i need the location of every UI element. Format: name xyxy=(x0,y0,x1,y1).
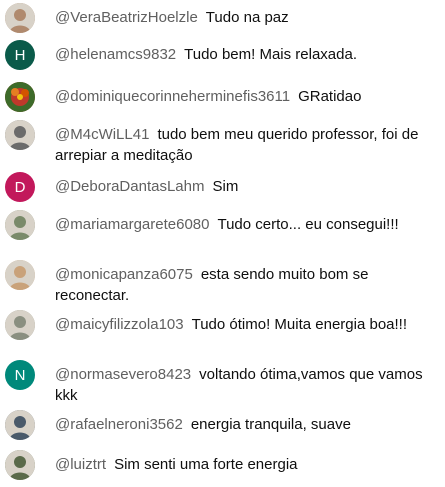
message-body: @DeboraDantasLahm Sim xyxy=(55,176,435,197)
user-photo-avatar[interactable] xyxy=(5,120,35,150)
message-body: @rafaelneroni3562 energia tranquila, suav… xyxy=(55,414,435,435)
message-body: @maicyfilizzola103 Tudo ótimo! Muita ener… xyxy=(55,314,435,335)
message-text: GRatidao xyxy=(298,88,362,105)
letter-avatar[interactable]: N xyxy=(5,360,35,390)
avatar-letter: N xyxy=(14,366,26,384)
message-body: @M4cWiLL41 tudo bem meu querido professor… xyxy=(55,124,435,166)
author-name[interactable]: @helenamcs9832 xyxy=(55,46,176,63)
live-chat-list: @VeraBeatrizHoelzle Tudo na paz H @helenamc… xyxy=(0,0,445,487)
author-name[interactable]: @VeraBeatrizHoelzle xyxy=(55,9,198,26)
avatar-letter: H xyxy=(14,46,26,64)
message-text: Tudo bem! Mais relaxada. xyxy=(184,46,357,63)
author-name[interactable]: @rafaelneroni3562 xyxy=(55,416,183,433)
author-name[interactable]: @DeboraDantasLahm xyxy=(55,178,204,195)
message-body: @VeraBeatrizHoelzle Tudo na paz xyxy=(55,7,435,28)
message-body: @luiztrt Sim senti uma forte energia xyxy=(55,454,435,475)
author-name[interactable]: @normasevero8423 xyxy=(55,366,191,383)
author-name[interactable]: @mariamargarete6080 xyxy=(55,216,209,233)
letter-avatar[interactable]: H xyxy=(5,40,35,70)
user-photo-avatar[interactable] xyxy=(5,310,35,340)
author-name[interactable]: @dominiquecorinneherminefis3611 xyxy=(55,88,290,105)
message-text: Sim xyxy=(212,178,239,195)
flower-photo-avatar[interactable] xyxy=(5,82,35,112)
message-body: @helenamcs9832 Tudo bem! Mais relaxada. xyxy=(55,44,435,65)
message-text: Tudo ótimo! Muita energia boa!!! xyxy=(191,316,408,333)
message-text: Sim senti uma forte energia xyxy=(114,456,298,473)
user-photo-avatar[interactable] xyxy=(5,410,35,440)
message-body: @mariamargarete6080 Tudo certo... eu cons… xyxy=(55,214,435,235)
user-photo-avatar[interactable] xyxy=(5,3,35,33)
message-text: Tudo na paz xyxy=(205,9,289,26)
author-name[interactable]: @M4cWiLL41 xyxy=(55,126,149,143)
message-body: @normasevero8423 voltando ótima,vamos que… xyxy=(55,364,435,406)
author-name[interactable]: @maicyfilizzola103 xyxy=(55,316,184,333)
letter-avatar[interactable]: D xyxy=(5,172,35,202)
message-text: Tudo certo... eu consegui!!! xyxy=(217,216,399,233)
avatar-letter: D xyxy=(14,178,26,196)
message-text: energia tranquila, suave xyxy=(190,416,351,433)
user-photo-avatar[interactable] xyxy=(5,450,35,480)
user-photo-avatar[interactable] xyxy=(5,210,35,240)
author-name[interactable]: @monicapanza6075 xyxy=(55,266,193,283)
message-body: @dominiquecorinneherminefis3611 GRatidao xyxy=(55,86,435,107)
user-photo-avatar[interactable] xyxy=(5,260,35,290)
message-body: @monicapanza6075 esta sendo muito bom se … xyxy=(55,264,435,306)
author-name[interactable]: @luiztrt xyxy=(55,456,106,473)
